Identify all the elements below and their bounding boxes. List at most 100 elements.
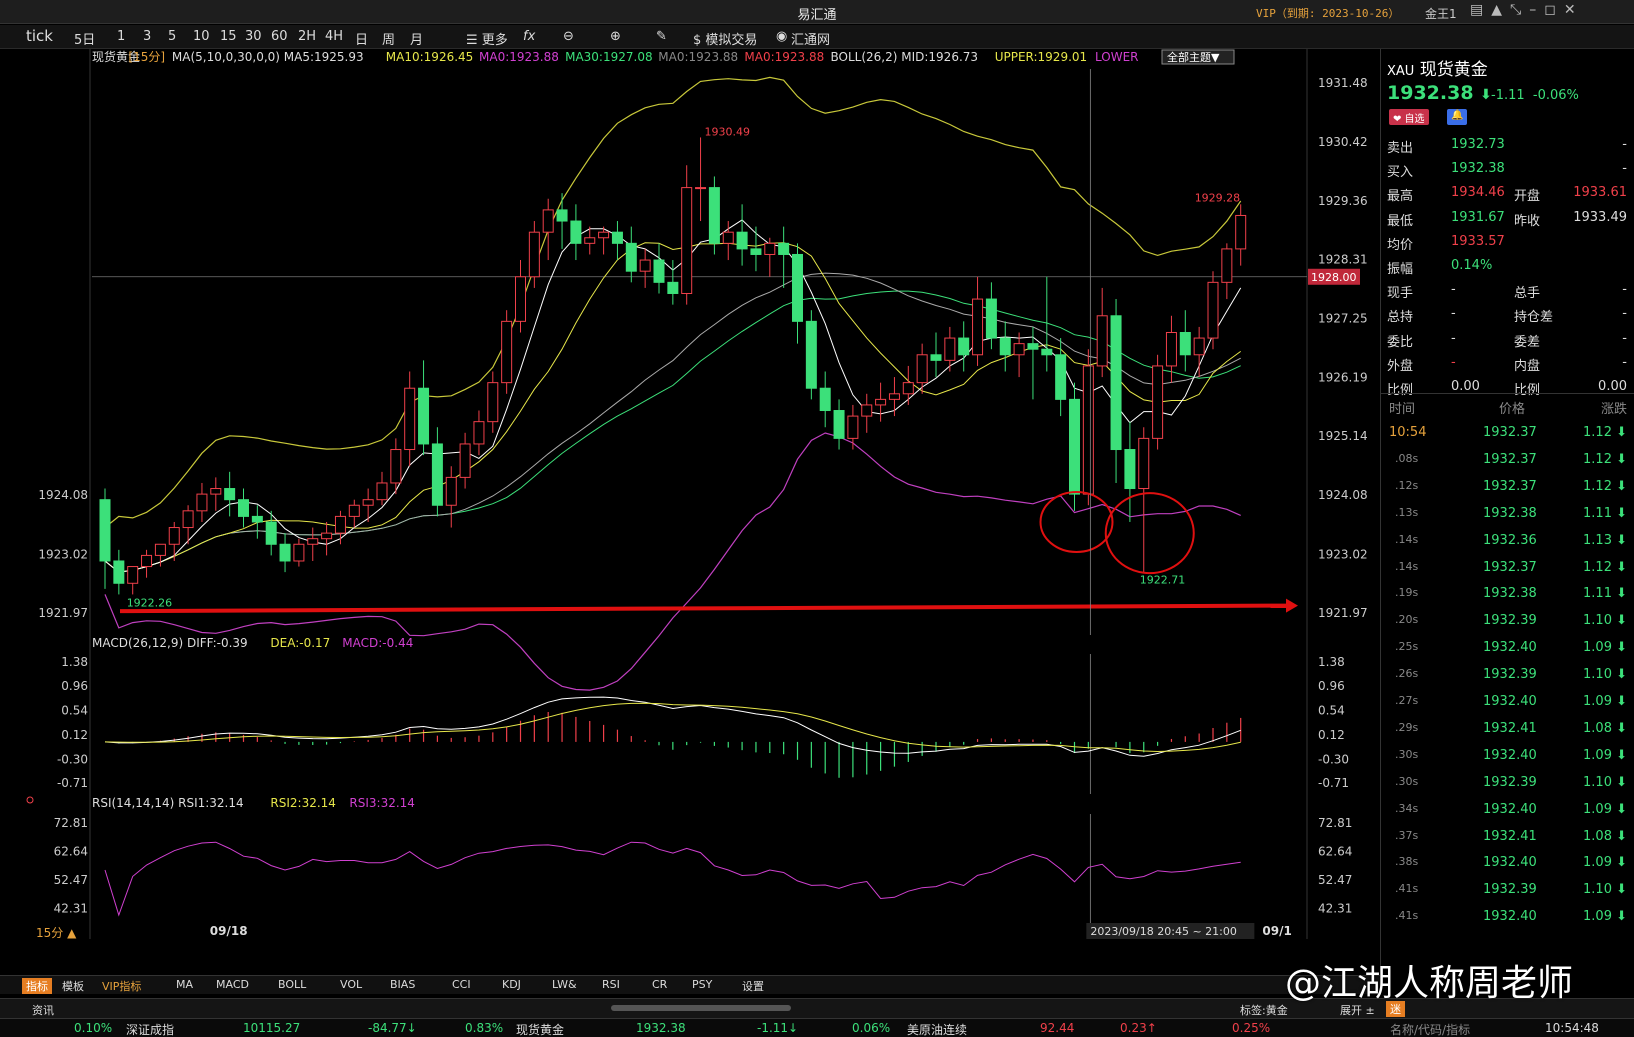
menu-icon[interactable]: ▤ bbox=[1470, 2, 1491, 18]
candle-body bbox=[819, 387, 831, 412]
indicator-tab[interactable]: KDJ bbox=[502, 978, 521, 991]
site-icon[interactable]: ◉ bbox=[776, 29, 787, 44]
candle-body bbox=[210, 488, 222, 495]
indicator-tab[interactable]: 指标 bbox=[22, 978, 52, 994]
main-legend-item: UPPER:1929.01 bbox=[995, 50, 1087, 64]
demo-trade-button[interactable]: $ 模拟交易 bbox=[693, 29, 757, 48]
zoom-out-icon[interactable]: ⊖ bbox=[563, 29, 574, 44]
tick-row: .27s 1932.40 1.09 ⬇ bbox=[1381, 688, 1634, 716]
tick-change: 1.12 ⬇ bbox=[1583, 478, 1627, 494]
period-button[interactable]: 月 bbox=[410, 29, 423, 48]
quote-cell: - bbox=[1451, 282, 1456, 298]
close-icon[interactable]: ✕ bbox=[1564, 2, 1584, 18]
period-button[interactable]: 5日 bbox=[74, 29, 95, 48]
indicator-tab[interactable]: VOL bbox=[340, 978, 362, 991]
site-link[interactable]: 汇通网 bbox=[791, 29, 830, 48]
tick-row: .37s 1932.41 1.08 ⬇ bbox=[1381, 823, 1634, 851]
indicator-tab[interactable]: MACD bbox=[216, 978, 249, 991]
horizontal-scrollbar[interactable] bbox=[611, 1005, 791, 1011]
candle-body bbox=[348, 504, 360, 517]
tick-time: .12s bbox=[1395, 478, 1419, 492]
period-button[interactable]: 30 bbox=[245, 29, 262, 44]
candle-body bbox=[1027, 343, 1039, 350]
period-button[interactable]: 4H bbox=[325, 29, 343, 44]
tick-time: .14s bbox=[1395, 559, 1419, 573]
candle-body bbox=[653, 259, 665, 283]
indicator-tab[interactable]: 设置 bbox=[742, 978, 764, 994]
macd-tick-label: 0.96 bbox=[61, 679, 88, 693]
tick-change: 1.12 ⬇ bbox=[1583, 425, 1627, 440]
period-button[interactable]: 日 bbox=[355, 29, 368, 48]
indicator-tab[interactable]: VIP指标 bbox=[102, 978, 141, 994]
kline-chart[interactable]: 现货黄金[15分] MA(5,10,0,30,0,0) MA5:1925.93 MA… bbox=[0, 49, 1380, 989]
tick-time: .27s bbox=[1395, 694, 1419, 707]
candle-body bbox=[639, 259, 651, 272]
period-button[interactable]: 周 bbox=[382, 29, 395, 48]
tick-time: .25s bbox=[1395, 640, 1419, 654]
candle-body bbox=[390, 449, 402, 484]
candle-body bbox=[833, 410, 845, 439]
candle-body bbox=[473, 421, 485, 445]
period-button[interactable]: 60 bbox=[271, 29, 288, 44]
add-watchlist-button[interactable]: ❤ 自选 bbox=[1389, 109, 1429, 125]
tick-change: 1.10 ⬇ bbox=[1583, 774, 1627, 790]
period-button[interactable]: 5 bbox=[168, 29, 176, 44]
formula-icon[interactable]: fx bbox=[523, 29, 535, 44]
candle-body bbox=[224, 488, 236, 501]
quote-cell: 1933.61 bbox=[1573, 185, 1627, 201]
bell-icon[interactable]: 🔔 bbox=[1447, 109, 1468, 125]
period-button[interactable]: 15 bbox=[220, 29, 237, 44]
shrink-icon[interactable]: ⤡ bbox=[1510, 2, 1529, 18]
candle-body bbox=[404, 387, 416, 451]
window-controls[interactable]: ▤▲⤡–◻✕ bbox=[1470, 2, 1584, 18]
candle-body bbox=[1096, 315, 1108, 367]
quote-cell: - bbox=[1622, 354, 1627, 370]
period-button[interactable]: 1 bbox=[117, 29, 125, 44]
tick-price: 1932.40 bbox=[1483, 801, 1537, 817]
restore-icon[interactable]: ◻ bbox=[1544, 2, 1564, 18]
period-button[interactable]: tick bbox=[26, 27, 53, 45]
indicator-tab[interactable]: CR bbox=[652, 978, 667, 991]
zoom-in-icon[interactable]: ⊕ bbox=[610, 29, 621, 44]
tick-price: 1932.40 bbox=[1483, 694, 1537, 709]
indicator-tab[interactable]: 模板 bbox=[62, 978, 84, 994]
macd-tick-label: 0.96 bbox=[1318, 679, 1345, 693]
indicator-tab[interactable]: MA bbox=[176, 978, 193, 991]
tick-change: 1.10 ⬇ bbox=[1583, 613, 1627, 629]
indicator-tab[interactable]: RSI bbox=[602, 978, 620, 991]
indicator-tab[interactable]: BIAS bbox=[390, 978, 415, 991]
tick-change: 1.09 ⬇ bbox=[1583, 694, 1627, 709]
indicator-tab[interactable]: BOLL bbox=[278, 978, 306, 991]
quote-cell: 持仓差 bbox=[1514, 310, 1554, 326]
tick-row: .12s 1932.37 1.12 ⬇ bbox=[1381, 473, 1634, 501]
period-button[interactable]: 10 bbox=[193, 29, 210, 44]
macd-tick-label: 0.54 bbox=[1318, 704, 1345, 718]
minimize-icon[interactable]: – bbox=[1529, 2, 1544, 18]
indicator-tab[interactable]: LW& bbox=[552, 978, 577, 991]
more-menu[interactable]: ☰ 更多 bbox=[466, 29, 508, 48]
candle-body bbox=[113, 560, 125, 584]
user-name[interactable]: 金王1 bbox=[1425, 5, 1457, 22]
tick-price: 1932.38 bbox=[1483, 586, 1537, 602]
quote-cell: 外盘 bbox=[1387, 358, 1414, 374]
y-tick-label-left: 1921.97 bbox=[38, 606, 88, 620]
quote-cell: - bbox=[1622, 306, 1627, 322]
macd-tick-label: 0.54 bbox=[61, 704, 88, 718]
candle-body bbox=[321, 532, 333, 540]
quote-cell: - bbox=[1622, 282, 1627, 298]
tick-price: 1932.41 bbox=[1483, 720, 1537, 736]
tick-row: .25s 1932.40 1.09 ⬇ bbox=[1381, 634, 1634, 662]
draw-pen-icon[interactable]: ✎ bbox=[656, 29, 667, 44]
candle-body bbox=[985, 298, 997, 339]
indicator-tab[interactable]: CCI bbox=[452, 978, 471, 991]
period-button[interactable]: 3 bbox=[143, 29, 151, 44]
news-tab[interactable]: 资讯 bbox=[32, 1002, 54, 1018]
shirt-icon[interactable]: ▲ bbox=[1491, 2, 1510, 18]
y-tick-label: 1930.42 bbox=[1318, 135, 1368, 149]
indicator-tab[interactable]: PSY bbox=[692, 978, 712, 991]
quote-cell: 0.14% bbox=[1451, 258, 1493, 273]
quote-cell: 0.00 bbox=[1451, 379, 1480, 394]
tick-price: 1932.39 bbox=[1483, 882, 1537, 898]
period-button[interactable]: 2H bbox=[298, 29, 316, 44]
period-indicator: 15分 ▲ bbox=[36, 926, 77, 940]
